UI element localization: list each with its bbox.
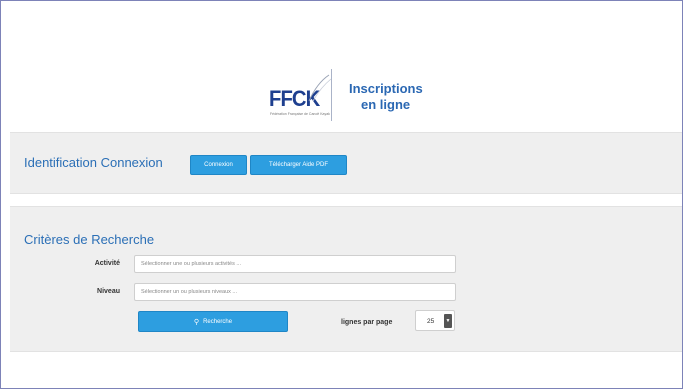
lignes-select[interactable]: 25 ▼ (415, 310, 455, 331)
search-icon: ⚲ (193, 318, 200, 326)
search-title: Critères de Recherche (24, 232, 155, 247)
logo: FFCK Fédération Française de Canoë Kayak… (269, 69, 449, 125)
niveau-select[interactable]: Sélectionner un ou plusieurs niveaux ... (134, 283, 456, 301)
chevron-down-icon[interactable]: ▼ (444, 314, 452, 328)
identification-title: Identification Connexion (24, 155, 163, 170)
search-button-label: Recherche (203, 318, 233, 325)
swoosh-icon (308, 74, 332, 102)
app-title-line1: Inscriptions (349, 81, 423, 96)
app-title-line2: en ligne (361, 97, 411, 112)
activite-label: Activité (94, 260, 120, 267)
logo-divider (331, 69, 332, 121)
niveau-label: Niveau (97, 288, 120, 295)
lignes-label: lignes par page (341, 319, 393, 326)
lignes-value: 25 (427, 318, 435, 325)
activite-select[interactable]: Sélectionner une ou plusieurs activités … (134, 255, 456, 273)
download-pdf-button[interactable]: Télécharger Aide PDF (250, 155, 347, 175)
identification-panel: Identification Connexion Connexion Téléc… (10, 132, 682, 194)
search-button[interactable]: ⚲ Recherche (138, 311, 288, 332)
header: FFCK Fédération Française de Canoë Kayak… (1, 1, 682, 129)
logo-tagline: Fédération Française de Canoë Kayak (270, 112, 330, 116)
search-panel: Critères de Recherche Activité Sélection… (10, 206, 682, 352)
connexion-button[interactable]: Connexion (190, 155, 247, 175)
